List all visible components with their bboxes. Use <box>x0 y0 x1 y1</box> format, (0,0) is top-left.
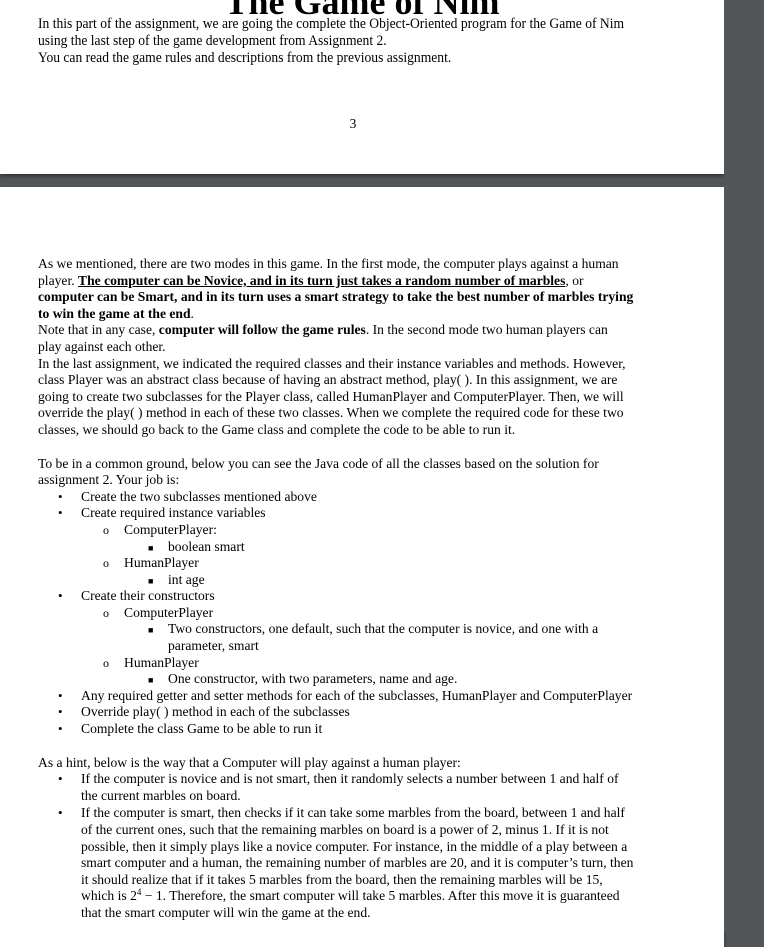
list-item-text: int age <box>168 571 205 587</box>
list-item: o HumanPlayer <box>38 555 718 572</box>
smart-emphasis: to win the game at the end <box>38 305 191 321</box>
list-item-text: HumanPlayer <box>124 654 199 670</box>
intro-line: In this part of the assignment, we are g… <box>38 16 625 32</box>
hint-intro: As a hint, below is the way that a Compu… <box>38 754 461 770</box>
page-content: As we mentioned, there are two modes in … <box>38 256 718 922</box>
list-item: ■ One constructor, with two parameters, … <box>38 671 718 688</box>
job-paragraph: To be in a common ground, below you can … <box>38 456 718 489</box>
text-line: assignment 2. Your job is: <box>38 472 180 488</box>
list-item-continuation: which is 24 − 1. Therefore, the smart co… <box>38 888 718 905</box>
text-line: To be in a common ground, below you can … <box>38 455 599 471</box>
text-line: to win the game at the end. <box>38 306 718 323</box>
list-item-text: If the computer is novice and is not sma… <box>81 771 619 787</box>
bullet-icon: • <box>58 488 63 504</box>
viewer-sidebar-background <box>724 0 764 933</box>
list-item: • Override play( ) method in each of the… <box>38 704 718 721</box>
classes-paragraph: In the last assignment, we indicated the… <box>38 356 718 439</box>
list-item: • If the computer is novice and is not s… <box>38 771 718 788</box>
square-bullet-icon: ■ <box>148 625 154 636</box>
list-item: • If the computer is smart, then checks … <box>38 805 718 822</box>
bullet-icon: • <box>58 704 63 720</box>
bullet-icon: • <box>58 588 63 604</box>
list-item-text: Create required instance variables <box>81 505 266 521</box>
list-item-text: Any required getter and setter methods f… <box>81 687 633 703</box>
text-span: − 1. Therefore, the smart computer will … <box>141 888 620 904</box>
list-item-text: ComputerPlayer: <box>124 521 217 537</box>
text-line: Note that in any case, computer will fol… <box>38 322 718 339</box>
list-item: • Create the two subclasses mentioned ab… <box>38 489 718 506</box>
pdf-page-4: As we mentioned, there are two modes in … <box>0 187 724 947</box>
text-span: . <box>190 305 194 321</box>
text-span: , or <box>565 272 584 288</box>
bullet-icon: • <box>58 721 63 737</box>
list-item: • Complete the class Game to be able to … <box>38 721 718 738</box>
circle-bullet-icon: o <box>103 556 109 571</box>
pdf-page-3: The Game of Nim In this part of the assi… <box>0 0 724 174</box>
list-item-text: HumanPlayer <box>124 555 199 571</box>
text-line: player. The computer can be Novice, and … <box>38 273 718 290</box>
text-line: override the play( ) method in each of t… <box>38 405 624 421</box>
text-line: In the last assignment, we indicated the… <box>38 355 626 371</box>
list-item-continuation: it should realize that if it takes 5 mar… <box>81 871 603 887</box>
list-item-continuation: possible, then it simply plays like a no… <box>81 838 628 854</box>
text-span: . In the second mode two human players c… <box>365 322 608 338</box>
list-item: ■ Two constructors, one default, such th… <box>38 621 718 638</box>
square-bullet-icon: ■ <box>148 542 154 553</box>
list-item-text: boolean smart <box>168 538 245 554</box>
circle-bullet-icon: o <box>103 655 109 670</box>
list-item-text: If the computer is smart, then checks if… <box>81 805 625 821</box>
square-bullet-icon: ■ <box>148 575 154 586</box>
circle-bullet-icon: o <box>103 605 109 620</box>
list-item-text: Create the two subclasses mentioned abov… <box>81 488 317 504</box>
intro-line: using the last step of the game developm… <box>38 33 387 49</box>
list-item: o ComputerPlayer: <box>38 522 718 539</box>
bullet-icon: • <box>58 687 63 703</box>
list-item-text: Override play( ) method in each of the s… <box>81 704 350 720</box>
list-item: • Any required getter and setter methods… <box>38 688 718 705</box>
list-item: ■ boolean smart <box>38 539 718 556</box>
text-line: class Player was an abstract class becau… <box>38 372 618 388</box>
list-item: o ComputerPlayer <box>38 605 718 622</box>
circle-bullet-icon: o <box>103 522 109 537</box>
text-line: going to create two subclasses for the P… <box>38 388 624 404</box>
list-item-text: ComputerPlayer <box>124 604 214 620</box>
intro-line: You can read the game rules and descript… <box>38 50 452 66</box>
list-item: • Create their constructors <box>38 588 718 605</box>
hint-section: As a hint, below is the way that a Compu… <box>38 755 718 922</box>
list-item: o HumanPlayer <box>38 655 718 672</box>
list-item-text: Create their constructors <box>81 588 215 604</box>
list-item: • Create required instance variables <box>38 505 718 522</box>
text-line: classes, we should go back to the Game c… <box>38 421 516 437</box>
square-bullet-icon: ■ <box>148 675 154 686</box>
list-item-continuation: the current marbles on board. <box>81 787 241 803</box>
list-item: ■ int age <box>38 572 718 589</box>
text-span: Note that in any case, <box>38 322 159 338</box>
list-item-continuation: of the current ones, such that the remai… <box>81 822 609 837</box>
modes-paragraph: As we mentioned, there are two modes in … <box>38 256 718 356</box>
list-item-text: Complete the class Game to be able to ru… <box>81 721 323 737</box>
list-item-continuation: smart computer and a human, the remainin… <box>81 855 634 871</box>
novice-emphasis: The computer can be Novice, and in its t… <box>78 272 566 288</box>
text-line: As we mentioned, there are two modes in … <box>38 256 619 271</box>
list-item-continuation: that the smart computer will win the gam… <box>81 904 371 920</box>
bullet-icon: • <box>58 771 63 787</box>
list-item-text: Two constructors, one default, such that… <box>168 621 599 637</box>
bullet-icon: • <box>58 805 63 821</box>
text-span: which is 2 <box>81 888 137 904</box>
smart-emphasis: computer can be Smart, and in its turn u… <box>38 289 634 305</box>
intro-paragraph: In this part of the assignment, we are g… <box>38 16 652 67</box>
bullet-icon: • <box>58 505 63 521</box>
list-item-continuation: parameter, smart <box>168 638 259 654</box>
rules-emphasis: computer will follow the game rules <box>158 322 366 338</box>
text-span: player. <box>38 272 79 288</box>
task-list: • Create the two subclasses mentioned ab… <box>38 489 718 738</box>
text-line: play against each other. <box>38 338 166 354</box>
page-number: 3 <box>349 116 357 131</box>
list-item-text: One constructor, with two parameters, na… <box>168 671 458 687</box>
